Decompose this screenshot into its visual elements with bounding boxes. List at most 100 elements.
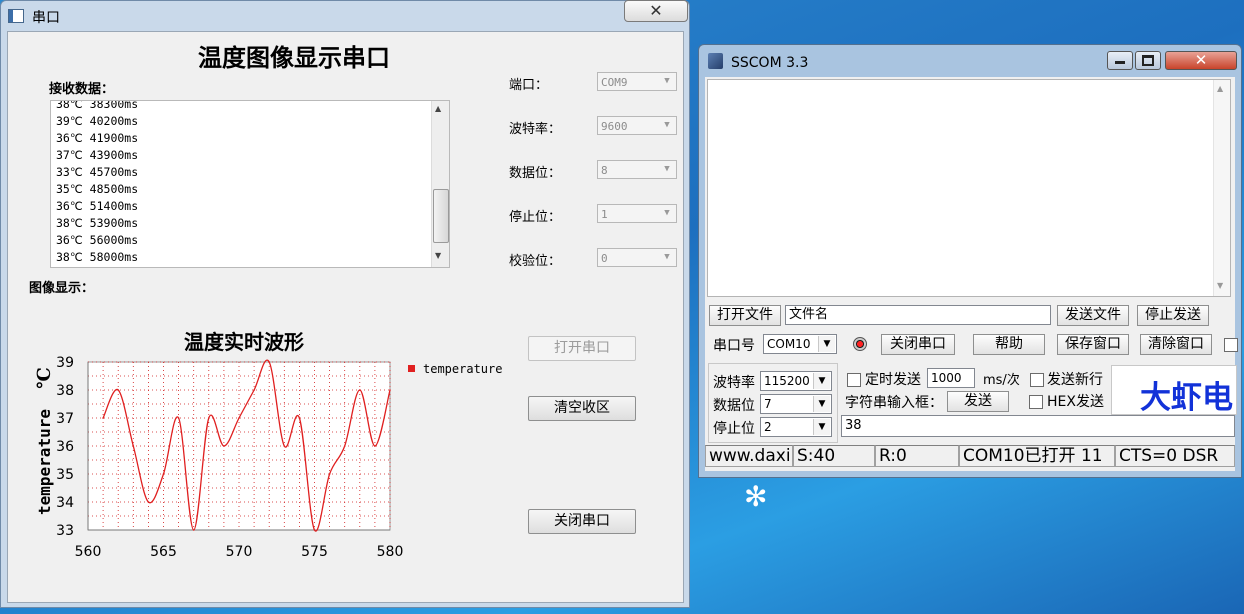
clear-window-button[interactable]: 清除窗口 <box>1140 334 1212 355</box>
chevron-down-icon: ▼ <box>813 396 830 412</box>
x-tick-label: 560 <box>75 544 102 560</box>
databits-value: 7 <box>764 397 772 411</box>
maximize-icon <box>1142 55 1154 66</box>
x-tick-label: 570 <box>226 544 253 560</box>
port-label: 端口： <box>509 78 549 93</box>
save-window-button[interactable]: 保存窗口 <box>1057 334 1129 355</box>
serial-window-client: 温度图像显示串口 接收数据： 38℃ 38300ms 39℃ 40200ms 36℃… <box>7 31 684 603</box>
recv-lines: 38℃ 38300ms 39℃ 40200ms 36℃ 41900ms 37℃ 439… <box>56 101 139 266</box>
open-port-button[interactable]: 打开串口 <box>528 336 636 361</box>
data-point <box>162 473 165 475</box>
status-lines: CTS=0 DSR <box>1115 445 1235 467</box>
recv-line: 37℃ 43900ms <box>56 148 139 162</box>
minimize-icon <box>1115 61 1125 64</box>
data-point <box>328 473 331 475</box>
extra-checkbox[interactable] <box>1224 338 1238 352</box>
data-point <box>298 417 301 419</box>
y-tick-label: 34 <box>56 495 74 511</box>
data-point <box>102 417 104 419</box>
status-sent: S:40 <box>793 445 875 467</box>
close-port-button[interactable]: 关闭串口 <box>528 509 636 534</box>
app-icon <box>8 9 24 23</box>
filename-input[interactable]: 文件名 <box>785 305 1051 325</box>
x-tick-label: 580 <box>377 544 404 560</box>
close-icon: ✕ <box>649 1 663 20</box>
data-point <box>283 445 286 447</box>
recv-textarea[interactable]: 38℃ 38300ms 39℃ 40200ms 36℃ 41900ms 37℃ 439… <box>50 100 450 268</box>
scroll-down-icon[interactable]: ▼ <box>435 251 441 260</box>
stop-send-button[interactable]: 停止发送 <box>1137 305 1209 326</box>
title-bar: 串口 ✕ <box>1 0 689 31</box>
port-select[interactable]: COM10 ▼ <box>763 334 837 354</box>
stopbits-select[interactable]: 1 ▼ <box>597 204 677 223</box>
scroll-down-icon[interactable]: ▼ <box>1217 281 1223 290</box>
databits-select[interactable]: 8 ▼ <box>597 160 677 179</box>
close-window-button[interactable]: ✕ <box>1165 51 1237 70</box>
data-point <box>208 417 210 419</box>
interval-unit: ms/次 <box>983 373 1020 388</box>
chevron-down-icon: ▼ <box>664 252 670 262</box>
clear-recv-button[interactable]: 清空收区 <box>528 396 636 421</box>
y-tick-label: 33 <box>56 523 74 539</box>
timed-send-checkbox[interactable] <box>847 373 861 387</box>
send-button[interactable]: 发送 <box>947 391 1009 412</box>
y-axis-label: temperature <box>35 409 54 515</box>
status-recv: R:0 <box>875 445 959 467</box>
interval-input[interactable]: 1000 <box>927 368 975 388</box>
help-button[interactable]: 帮助 <box>973 334 1045 355</box>
close-icon: ✕ <box>1194 51 1208 69</box>
scroll-up-icon[interactable]: ▲ <box>435 104 441 113</box>
close-port-button[interactable]: 关闭串口 <box>881 334 955 355</box>
recv-scrollbar[interactable]: ▲ ▼ <box>431 101 449 267</box>
stopbits-label: 停止位： <box>509 210 562 225</box>
desktop-flower-icon: ✻ <box>744 480 768 513</box>
recv-line: 36℃ 51400ms <box>56 199 139 213</box>
send-file-button[interactable]: 发送文件 <box>1057 305 1129 326</box>
data-point <box>147 501 150 503</box>
baud-label: 波特率： <box>509 122 562 137</box>
baud-select[interactable]: 9600 ▼ <box>597 116 677 135</box>
legend-swatch <box>408 365 415 372</box>
send-input[interactable]: 38 <box>841 415 1235 437</box>
chevron-down-icon: ▼ <box>664 164 670 174</box>
open-file-button[interactable]: 打开文件 <box>709 305 781 326</box>
scroll-thumb[interactable] <box>433 189 449 243</box>
y-tick-label: 39 <box>56 355 74 371</box>
x-tick-label: 565 <box>150 544 177 560</box>
baud-select[interactable]: 115200 ▼ <box>760 371 832 391</box>
string-input-label: 字符串输入框： <box>845 395 943 411</box>
recv-line: 38℃ 53900ms <box>56 216 139 230</box>
maximize-button[interactable] <box>1135 51 1161 70</box>
port-value: COM10 <box>767 337 811 351</box>
port-status-icon <box>853 337 867 351</box>
stopbits-label: 停止位 <box>713 421 755 437</box>
data-point <box>359 389 361 391</box>
parity-label: 校验位： <box>509 254 562 269</box>
databits-select[interactable]: 7 ▼ <box>760 394 832 414</box>
data-point <box>238 417 240 419</box>
port-select[interactable]: COM9 ▼ <box>597 72 677 91</box>
scroll-up-icon[interactable]: ▲ <box>1217 84 1223 93</box>
port-value: COM9 <box>601 76 628 89</box>
data-point <box>117 389 119 391</box>
data-point <box>268 361 271 363</box>
y-unit-label: ℃ <box>34 367 55 389</box>
close-window-button[interactable]: ✕ <box>624 0 688 22</box>
hex-send-label: HEX发送 <box>1047 394 1104 410</box>
window-title: 串口 <box>32 10 60 26</box>
chevron-down-icon: ▼ <box>664 76 670 86</box>
recv-line: 33℃ 45700ms <box>56 165 139 179</box>
parity-select[interactable]: 0 ▼ <box>597 248 677 267</box>
sscom-recv-scrollbar[interactable]: ▲ ▼ <box>1213 80 1230 296</box>
sscom-app-icon <box>708 53 723 69</box>
recv-line: 35℃ 48500ms <box>56 182 139 196</box>
newline-checkbox[interactable] <box>1030 373 1044 387</box>
data-point <box>132 445 135 447</box>
y-tick-label: 38 <box>56 383 74 399</box>
y-tick-label: 36 <box>56 439 74 455</box>
hex-send-checkbox[interactable] <box>1029 395 1043 409</box>
minimize-button[interactable] <box>1107 51 1133 70</box>
temperature-chart: 温度实时波形56056557057558033343536373839time … <box>34 330 502 560</box>
sscom-recv-area[interactable]: ▲ ▼ <box>707 79 1231 297</box>
stopbits-select[interactable]: 2 ▼ <box>760 417 832 437</box>
